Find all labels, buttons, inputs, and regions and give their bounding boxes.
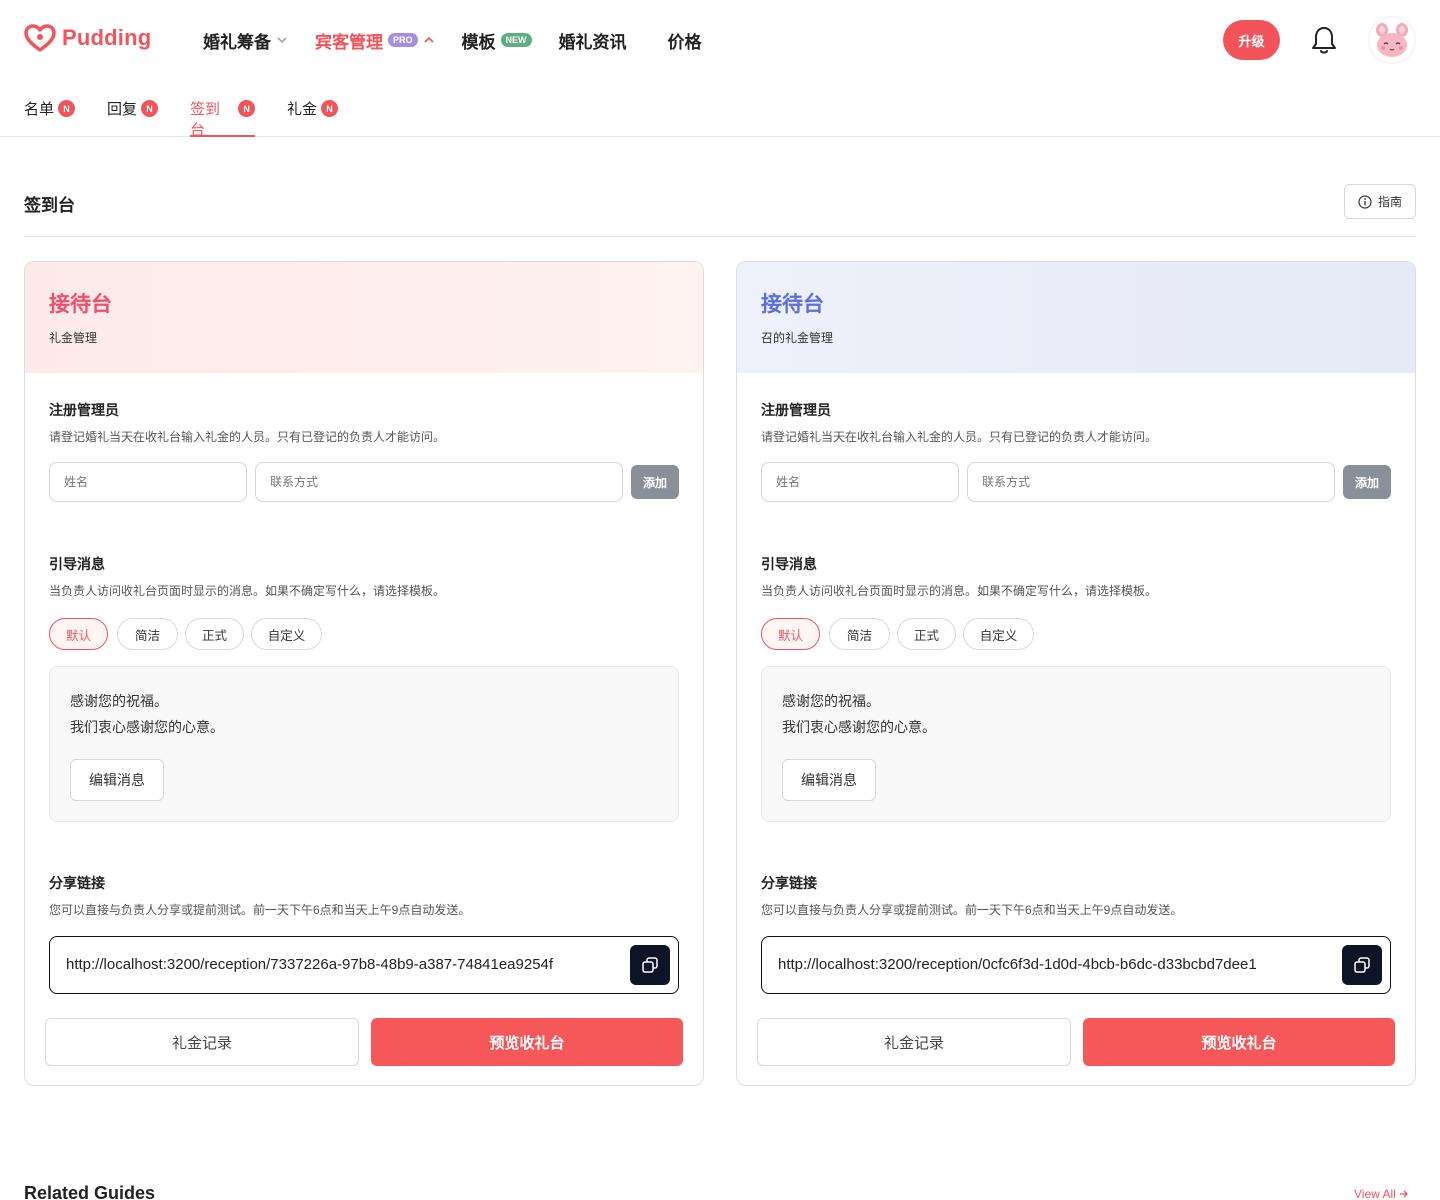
new-badge: NEW (500, 33, 532, 47)
copy-icon (642, 957, 658, 973)
add-manager-button[interactable]: 添加 (1343, 465, 1391, 499)
arrow-right-icon (1399, 1190, 1408, 1198)
nav-item-templates[interactable]: 模板 NEW (462, 28, 532, 53)
tab-label: 签到台 (190, 101, 221, 139)
nav-label: 价格 (667, 32, 702, 52)
message-preview: 感谢您的祝福。 我们衷心感谢您的心意。 编辑消息 (49, 666, 679, 822)
heart-logo-icon (24, 24, 56, 52)
template-chip-default[interactable]: 默认 (761, 618, 820, 650)
bell-icon[interactable] (1310, 25, 1338, 55)
contact-input[interactable] (967, 462, 1335, 502)
guide-message-desc: 当负责人访问收礼台页面时显示的消息。如果不确定写什么，请选择模板。 (761, 584, 1158, 598)
upgrade-button[interactable]: 升级 (1223, 20, 1280, 60)
share-link-field[interactable]: http://localhost:3200/reception/0cfc6f3d… (761, 936, 1391, 994)
contact-input[interactable] (255, 462, 623, 502)
tab-label: 回复 (107, 101, 138, 118)
guide-message-desc: 当负责人访问收礼台页面时显示的消息。如果不确定写什么，请选择模板。 (49, 584, 446, 598)
new-dot-badge: N (58, 100, 76, 117)
nav-label: 模板 (461, 32, 496, 52)
section-divider (24, 236, 1416, 237)
info-icon (1358, 194, 1372, 209)
card-title: 接待台 (761, 293, 824, 316)
page-title: 签到台 (24, 196, 75, 215)
add-manager-button[interactable]: 添加 (631, 465, 679, 499)
main-nav: 婚礼筹备 宾客管理 PRO 模板 NEW 婚礼资讯 价格 (203, 28, 729, 52)
new-dot-badge: N (141, 100, 159, 117)
view-all-link[interactable]: View All (1354, 1187, 1409, 1200)
template-chip-formal[interactable]: 正式 (185, 618, 244, 650)
message-line-2: 我们衷心感谢您的心意。 (70, 719, 224, 735)
name-input[interactable] (49, 462, 247, 502)
tab-list[interactable]: 名单 N (24, 98, 76, 137)
card-header: 接待台 召的礼金管理 (737, 262, 1415, 373)
template-chip-simple[interactable]: 简洁 (117, 618, 178, 650)
preview-reception-button[interactable]: 预览收礼台 (1083, 1018, 1395, 1066)
register-title: 注册管理员 (761, 402, 831, 418)
share-url: http://localhost:3200/reception/7337226a… (66, 956, 554, 973)
message-line-2: 我们衷心感谢您的心意。 (782, 719, 936, 735)
bunny-avatar-icon (1376, 23, 1408, 57)
copy-icon (1354, 957, 1370, 973)
preview-reception-button[interactable]: 预览收礼台 (371, 1018, 683, 1066)
register-title: 注册管理员 (49, 402, 119, 418)
register-desc: 请登记婚礼当天在收礼台输入礼金的人员。只有已登记的负责人才能访问。 (761, 430, 1158, 444)
guide-label: 指南 (1377, 195, 1402, 209)
copy-link-button[interactable] (1342, 945, 1382, 985)
guide-button[interactable]: 指南 (1344, 184, 1416, 219)
share-link-field[interactable]: http://localhost:3200/reception/7337226a… (49, 936, 679, 994)
pro-badge: PRO (388, 33, 418, 47)
message-line-1: 感谢您的祝福。 (782, 693, 880, 709)
template-chip-simple[interactable]: 简洁 (829, 618, 890, 650)
name-input[interactable] (761, 462, 959, 502)
template-chip-formal[interactable]: 正式 (897, 618, 956, 650)
card-header: 接待台 礼金管理 (25, 262, 703, 373)
brand-name: Pudding (62, 25, 152, 50)
message-line-1: 感谢您的祝福。 (70, 693, 168, 709)
message-preview: 感谢您的祝福。 我们衷心感谢您的心意。 编辑消息 (761, 666, 1391, 822)
brand-logo[interactable]: Pudding (24, 24, 151, 52)
tab-gift-money[interactable]: 礼金 N (287, 98, 339, 137)
nav-item-pricing[interactable]: 价格 (668, 28, 702, 53)
view-all-label: View All (1354, 1187, 1396, 1200)
template-chip-default[interactable]: 默认 (49, 618, 108, 650)
gift-records-button[interactable]: 礼金记录 (45, 1018, 359, 1066)
share-link-title: 分享链接 (49, 875, 105, 891)
nav-item-guest-management[interactable]: 宾客管理 PRO (315, 28, 435, 53)
guest-subtabs: 名单 N 回复 N 签到台 N 礼金 N (0, 80, 1440, 139)
related-guides-title: Related Guides (24, 1183, 156, 1200)
nav-label: 婚礼筹备 (203, 32, 271, 52)
new-dot-badge: N (238, 100, 255, 117)
edit-message-button[interactable]: 编辑消息 (782, 759, 876, 801)
new-dot-badge: N (321, 100, 339, 117)
card-subtitle: 礼金管理 (49, 331, 98, 345)
template-chip-custom[interactable]: 自定义 (251, 618, 322, 650)
tab-reception[interactable]: 签到台 N (190, 98, 255, 139)
guide-message-title: 引导消息 (761, 556, 817, 572)
tab-replies[interactable]: 回复 N (107, 98, 159, 137)
register-desc: 请登记婚礼当天在收礼台输入礼金的人员。只有已登记的负责人才能访问。 (49, 430, 446, 444)
share-link-desc: 您可以直接与负责人分享或提前测试。前一天下午6点和当天上午9点自动发送。 (761, 903, 1183, 917)
share-url: http://localhost:3200/reception/0cfc6f3d… (778, 956, 1257, 973)
share-link-title: 分享链接 (761, 875, 817, 891)
gift-records-button[interactable]: 礼金记录 (757, 1018, 1071, 1066)
reception-card-1: 接待台 礼金管理 注册管理员 请登记婚礼当天在收礼台输入礼金的人员。只有已登记的… (24, 261, 704, 1086)
share-link-desc: 您可以直接与负责人分享或提前测试。前一天下午6点和当天上午9点自动发送。 (49, 903, 471, 917)
tab-label: 名单 (24, 101, 55, 118)
nav-label: 宾客管理 (315, 32, 383, 52)
tab-label: 礼金 (287, 101, 318, 118)
edit-message-button[interactable]: 编辑消息 (70, 759, 164, 801)
guide-message-title: 引导消息 (49, 556, 105, 572)
card-title: 接待台 (49, 293, 112, 316)
nav-item-wedding-prep[interactable]: 婚礼筹备 (203, 28, 288, 53)
template-chip-custom[interactable]: 自定义 (963, 618, 1034, 650)
reception-card-2: 接待台 召的礼金管理 注册管理员 请登记婚礼当天在收礼台输入礼金的人员。只有已登… (736, 261, 1416, 1086)
chevron-down-icon (277, 37, 287, 44)
copy-link-button[interactable] (630, 945, 670, 985)
nav-item-wedding-news[interactable]: 婚礼资讯 (559, 28, 627, 53)
nav-label: 婚礼资讯 (558, 32, 627, 52)
top-header: Pudding 婚礼筹备 宾客管理 PRO 模板 NEW 婚礼资讯 价格 升级 (0, 0, 1440, 80)
user-avatar[interactable] (1368, 16, 1416, 64)
chevron-up-icon (423, 36, 434, 43)
card-subtitle: 召的礼金管理 (761, 331, 834, 345)
